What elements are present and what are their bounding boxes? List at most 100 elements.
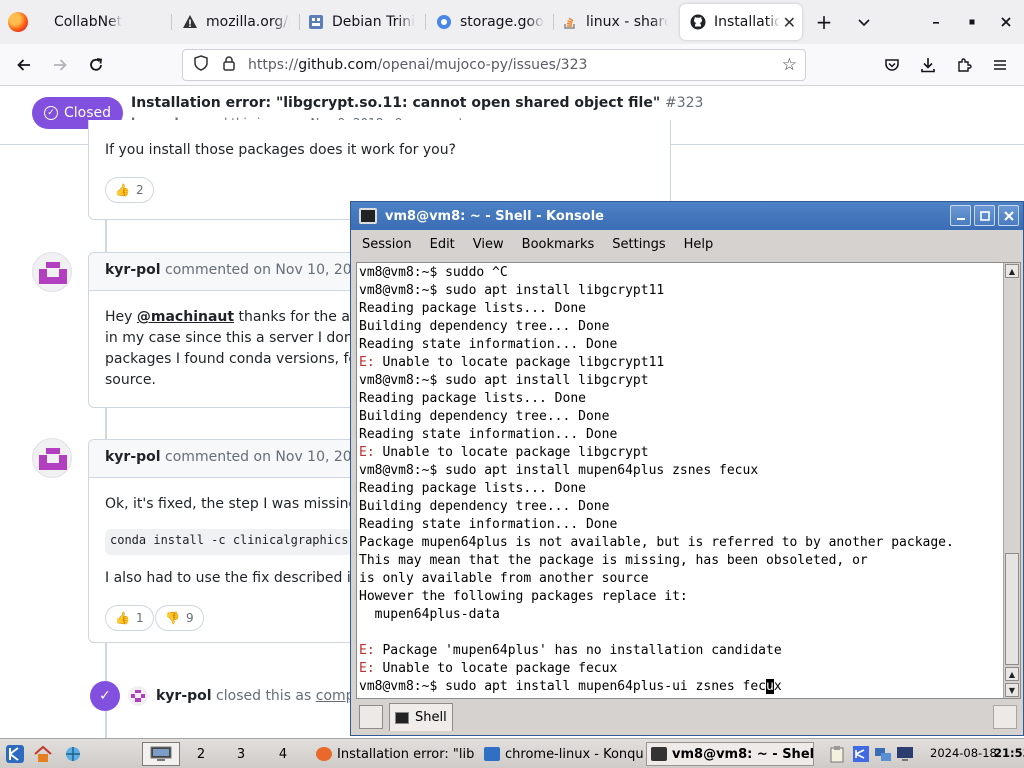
keyboard-layout-icon[interactable] [850, 743, 872, 765]
terminal-icon [651, 747, 667, 761]
menu-view[interactable]: View [464, 237, 513, 252]
new-session-icon[interactable] [359, 705, 383, 729]
tab-stackexchange[interactable]: linux - share [552, 4, 678, 40]
clock-date[interactable]: 2024-08-18 [930, 746, 997, 760]
reload-button[interactable] [82, 51, 110, 79]
clock-time[interactable]: 21:53 [994, 746, 1024, 760]
menu-edit[interactable]: Edit [421, 237, 464, 252]
terminal-view[interactable]: vm8@vm8:~$ suddo ^C vm8@vm8:~$ sudo apt i… [356, 262, 1021, 699]
avatar[interactable] [128, 686, 148, 706]
globe-icon [436, 14, 452, 30]
terminal-line: Building dependency tree... Done [359, 409, 610, 424]
stackoverflow-icon [562, 14, 578, 30]
comment-author[interactable]: kyr-pol [105, 449, 161, 465]
avatar[interactable] [32, 438, 72, 478]
new-tab-button[interactable]: + [810, 8, 838, 36]
tab-debian[interactable]: Debian Trini [298, 4, 426, 40]
reaction-thumbs-up[interactable]: 👍 1 [105, 605, 154, 631]
desktop-1-active[interactable] [142, 742, 180, 766]
tab-installation-active[interactable]: Installation ✕ [680, 4, 802, 40]
tab-collabnet[interactable]: CollabNet [44, 4, 172, 40]
menu-settings[interactable]: Settings [603, 237, 674, 252]
network-icon[interactable] [62, 743, 84, 765]
terminal-output: vm8@vm8:~$ suddo ^C vm8@vm8:~$ sudo apt i… [359, 264, 954, 696]
closed-event: ✓ kyr-pol closed this as complet [90, 681, 373, 711]
klipper-icon[interactable] [826, 743, 848, 765]
minimize-window-button[interactable] [922, 8, 950, 36]
task-firefox[interactable]: Installation error: "lib [312, 742, 478, 766]
kde-menu-icon[interactable] [4, 743, 26, 765]
tab-label: Debian Trini [332, 14, 415, 30]
terminal-line: mupen64plus-data [359, 607, 500, 622]
shield-icon[interactable] [187, 55, 215, 75]
issue-number: #323 [664, 95, 704, 111]
issue-title: Installation error: "libgcrypt.so.11: ca… [131, 95, 704, 111]
task-label: Installation error: "lib [337, 746, 475, 762]
user-mention-link[interactable]: @machinaut [137, 309, 234, 325]
konsole-minimize-button[interactable] [950, 205, 971, 226]
konsole-menu-bar: Session Edit View Bookmarks Settings Hel… [351, 230, 1023, 258]
terminal-line: E: Unable to locate package libgcrypt [359, 445, 649, 460]
home-icon[interactable] [32, 743, 54, 765]
firefox-menu-icon[interactable] [8, 12, 28, 32]
network-status-icon[interactable] [872, 743, 894, 765]
terminal-prompt-line[interactable]: vm8@vm8:~$ sudo apt install mupen64plus-… [359, 678, 954, 696]
comment-body: Hey @machinaut thanks for the advic in m… [105, 307, 379, 391]
terminal-line: Reading package lists... Done [359, 481, 586, 496]
event-author[interactable]: kyr-pol [156, 688, 212, 704]
url-text[interactable]: https://github.com/openai/mujoco-py/issu… [248, 57, 587, 73]
lock-icon[interactable] [215, 55, 243, 75]
downloads-button[interactable] [914, 51, 942, 79]
reaction-thumbs-down[interactable]: 👎 9 [155, 605, 204, 631]
scroll-down-arrow-icon[interactable]: ▲ [1005, 667, 1019, 681]
tab-list-button[interactable] [850, 8, 878, 36]
tab-storage[interactable]: storage.goog [426, 4, 554, 40]
tab-mozilla[interactable]: mozilla.org/p [172, 4, 300, 40]
close-tab-icon[interactable]: ✕ [783, 13, 796, 32]
tab-label: Installation [714, 14, 780, 30]
firefox-icon [316, 747, 332, 761]
konsole-close-button[interactable] [998, 205, 1019, 226]
pocket-button[interactable] [878, 51, 906, 79]
close-session-icon[interactable] [993, 705, 1017, 729]
check-circle-icon: ✓ [43, 106, 58, 120]
scroll-down-arrow-icon[interactable]: ▼ [1005, 683, 1019, 697]
avatar[interactable] [32, 252, 72, 292]
konsole-title-bar[interactable]: vm8@vm8: ~ - Shell - Konsole [351, 202, 1023, 230]
terminal-line: vm8@vm8:~$ sudo apt install libgcrypt11 [359, 283, 665, 298]
terminal-scrollbar[interactable]: ▲ ▲ ▼ [1003, 263, 1020, 698]
maximize-icon [979, 210, 990, 221]
scroll-up-arrow-icon[interactable]: ▲ [1005, 264, 1019, 278]
maximize-window-button[interactable] [958, 8, 986, 36]
close-window-button[interactable] [992, 8, 1020, 36]
terminal-line: vm8@vm8:~$ suddo ^C [359, 265, 508, 280]
tab-shell[interactable]: Shell [389, 703, 453, 731]
desktop-3[interactable]: 3 [222, 742, 260, 766]
terminal-line: Reading state information... Done [359, 427, 618, 442]
menu-session[interactable]: Session [353, 237, 421, 252]
menu-help[interactable]: Help [675, 237, 723, 252]
task-konqueror[interactable]: chrome-linux - Konque [480, 742, 644, 766]
menu-bookmarks[interactable]: Bookmarks [513, 237, 604, 252]
forward-button[interactable] [46, 51, 74, 79]
desktop-4[interactable]: 4 [264, 742, 302, 766]
display-icon[interactable] [894, 743, 916, 765]
address-bar[interactable]: https://github.com/openai/mujoco-py/issu… [182, 49, 806, 81]
code-snippet: conda install -c clinicalgraphics [105, 529, 354, 555]
task-konsole[interactable]: vm8@vm8: ~ - Shell - K [646, 742, 814, 766]
app-menu-button[interactable] [986, 51, 1014, 79]
taskbar: 2 3 4 Installation error: "lib chrome-li… [0, 738, 1024, 768]
konsole-maximize-button[interactable] [974, 205, 995, 226]
hamburger-menu-icon [994, 60, 1006, 70]
desktop-2[interactable]: 2 [182, 742, 220, 766]
puzzle-icon [958, 58, 972, 72]
arrow-left-icon [17, 59, 30, 71]
extensions-button[interactable] [950, 51, 978, 79]
scrollbar-thumb[interactable] [1005, 553, 1019, 665]
back-button[interactable] [10, 51, 38, 79]
comment-author[interactable]: kyr-pol [105, 262, 161, 278]
reaction-thumbs-up[interactable]: 👍 2 [105, 177, 154, 203]
bookmark-star-icon[interactable]: ☆ [782, 55, 797, 75]
close-icon [1003, 210, 1014, 221]
comment-line: Hey @machinaut thanks for the advic [105, 309, 379, 325]
